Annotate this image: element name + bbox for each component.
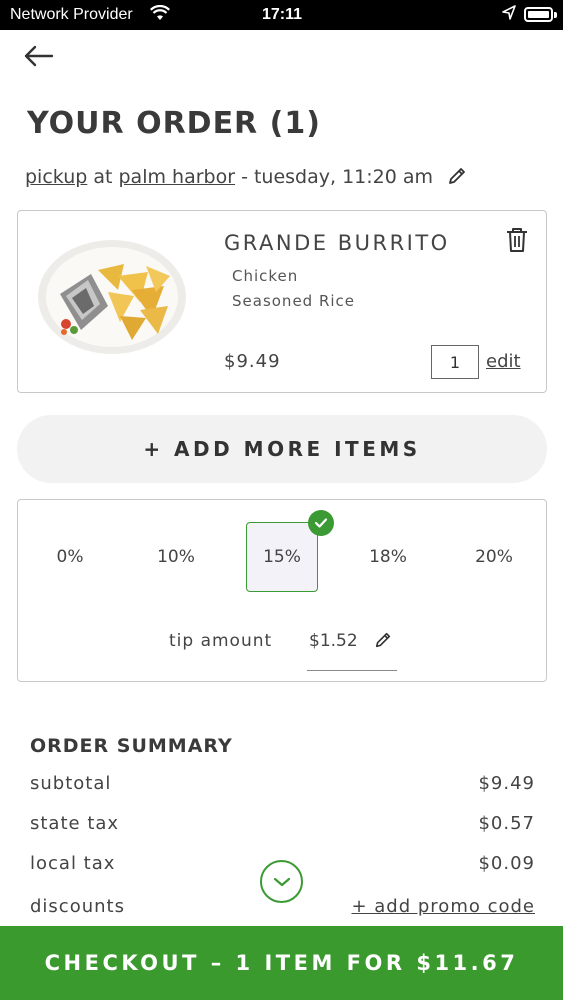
- tip-amount-label: tip amount: [169, 631, 273, 651]
- tip-selector: 0% 10% 15% 18% 20% tip amount $1.52: [17, 499, 547, 682]
- trash-icon[interactable]: [505, 227, 529, 257]
- summary-label: subtotal: [30, 773, 112, 794]
- item-modifier: Chicken: [232, 267, 299, 285]
- summary-label: local tax: [30, 853, 116, 874]
- tip-amount-underline: [307, 670, 397, 671]
- add-promo-code-link[interactable]: + add promo code: [351, 896, 535, 917]
- tip-option-20[interactable]: 20%: [458, 522, 530, 592]
- chevron-down-icon: [273, 877, 290, 886]
- item-modifier: Seasoned Rice: [232, 292, 356, 310]
- quantity-input[interactable]: [431, 345, 479, 379]
- wifi-icon: [150, 4, 170, 26]
- summary-label: state tax: [30, 813, 120, 834]
- tip-option-label: 15%: [263, 547, 301, 567]
- tip-option-0[interactable]: 0%: [34, 522, 106, 592]
- item-name: GRANDE BURRITO: [224, 231, 450, 255]
- add-more-items-button[interactable]: + ADD MORE ITEMS: [17, 415, 547, 483]
- summary-value: $0.09: [478, 853, 535, 874]
- page-title: YOUR ORDER (1): [27, 106, 321, 141]
- pickup-info: pickup at palm harbor - tuesday, 11:20 a…: [25, 166, 467, 191]
- checkout-button[interactable]: CHECKOUT – 1 ITEM FOR $11.67: [0, 926, 563, 1000]
- tip-option-15-selected[interactable]: 15%: [246, 510, 334, 592]
- arrow-left-icon: [24, 45, 54, 67]
- scroll-down-button[interactable]: [260, 860, 303, 903]
- carrier-name: Network Provider: [10, 6, 133, 23]
- summary-row-subtotal: subtotal $9.49: [30, 773, 535, 794]
- tip-option-18[interactable]: 18%: [352, 522, 424, 592]
- pickup-location-link[interactable]: palm harbor: [119, 166, 236, 188]
- tip-option-10[interactable]: 10%: [140, 522, 212, 592]
- back-button[interactable]: [22, 42, 62, 72]
- order-summary-title: ORDER SUMMARY: [30, 735, 233, 757]
- burrito-image: [36, 236, 188, 360]
- battery-tip: [554, 12, 557, 18]
- clock: 17:11: [262, 6, 303, 23]
- summary-row-state-tax: state tax $0.57: [30, 813, 535, 834]
- summary-value: $9.49: [478, 773, 535, 794]
- pickup-mode-link[interactable]: pickup: [25, 166, 87, 188]
- status-bar: Network Provider 17:11: [0, 0, 563, 30]
- edit-tip-pencil-icon[interactable]: [374, 631, 392, 653]
- summary-label: discounts: [30, 896, 125, 917]
- edit-pickup-pencil-icon[interactable]: [447, 166, 467, 191]
- order-item-card: GRANDE BURRITO Chicken Seasoned Rice $9.…: [17, 210, 547, 393]
- tip-amount-value[interactable]: $1.52: [309, 631, 358, 651]
- pickup-time-text: - tuesday, 11:20 am: [241, 166, 434, 188]
- battery-icon: [524, 7, 553, 22]
- summary-value: $0.57: [478, 813, 535, 834]
- edit-item-link[interactable]: edit: [486, 351, 521, 372]
- item-price: $9.49: [224, 351, 281, 372]
- pickup-at-text: at: [93, 166, 113, 188]
- location-arrow-icon: [502, 5, 516, 26]
- check-icon: [308, 510, 334, 536]
